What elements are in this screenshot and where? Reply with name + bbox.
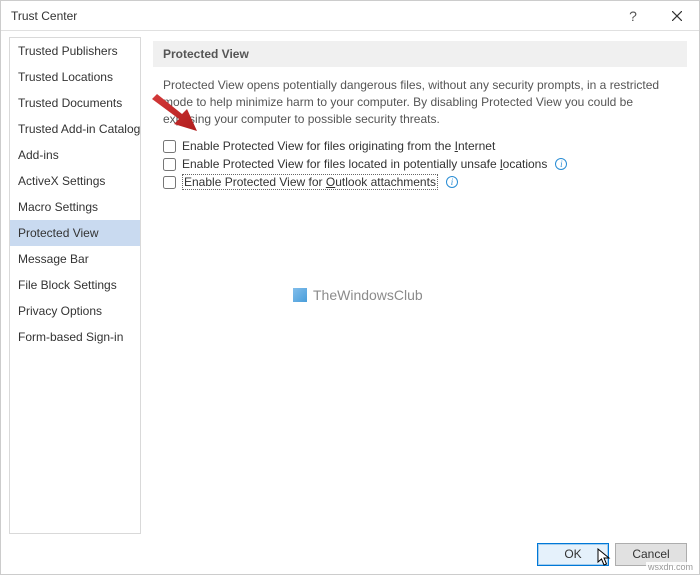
options-group: Enable Protected View for files originat…	[153, 137, 687, 191]
content-panel: Protected View Protected View opens pote…	[153, 37, 691, 534]
option-label-1[interactable]: Enable Protected View for files located …	[182, 157, 547, 171]
sidebar: Trusted PublishersTrusted LocationsTrust…	[9, 37, 141, 534]
close-icon	[672, 11, 682, 21]
section-header: Protected View	[153, 41, 687, 67]
section-description: Protected View opens potentially dangero…	[153, 77, 687, 137]
sidebar-item-add-ins[interactable]: Add-ins	[10, 142, 140, 168]
dialog-footer: OK Cancel	[1, 534, 699, 574]
sidebar-item-privacy-options[interactable]: Privacy Options	[10, 298, 140, 324]
attribution-text: wsxdn.com	[646, 562, 695, 572]
option-label-2[interactable]: Enable Protected View for Outlook attach…	[182, 175, 438, 189]
sidebar-item-file-block-settings[interactable]: File Block Settings	[10, 272, 140, 298]
ok-button[interactable]: OK	[537, 543, 609, 566]
window-controls: ?	[611, 1, 699, 30]
sidebar-item-activex-settings[interactable]: ActiveX Settings	[10, 168, 140, 194]
close-button[interactable]	[655, 1, 699, 30]
watermark-logo-icon	[293, 288, 307, 302]
window-title: Trust Center	[11, 9, 77, 23]
sidebar-item-macro-settings[interactable]: Macro Settings	[10, 194, 140, 220]
option-row-0: Enable Protected View for files originat…	[163, 137, 677, 155]
info-icon[interactable]: i	[555, 158, 567, 170]
title-bar: Trust Center ?	[1, 1, 699, 31]
option-checkbox-2[interactable]	[163, 176, 176, 189]
sidebar-item-form-based-sign-in[interactable]: Form-based Sign-in	[10, 324, 140, 350]
sidebar-item-message-bar[interactable]: Message Bar	[10, 246, 140, 272]
sidebar-item-protected-view[interactable]: Protected View	[10, 220, 140, 246]
sidebar-item-trusted-add-in-catalogs[interactable]: Trusted Add-in Catalogs	[10, 116, 140, 142]
watermark: TheWindowsClub	[293, 287, 423, 303]
option-checkbox-1[interactable]	[163, 158, 176, 171]
option-row-2: Enable Protected View for Outlook attach…	[163, 173, 677, 191]
option-label-0[interactable]: Enable Protected View for files originat…	[182, 139, 495, 153]
sidebar-item-trusted-documents[interactable]: Trusted Documents	[10, 90, 140, 116]
option-checkbox-0[interactable]	[163, 140, 176, 153]
info-icon[interactable]: i	[446, 176, 458, 188]
watermark-text: TheWindowsClub	[313, 287, 423, 303]
sidebar-item-trusted-locations[interactable]: Trusted Locations	[10, 64, 140, 90]
sidebar-item-trusted-publishers[interactable]: Trusted Publishers	[10, 38, 140, 64]
help-button[interactable]: ?	[611, 1, 655, 30]
option-row-1: Enable Protected View for files located …	[163, 155, 677, 173]
